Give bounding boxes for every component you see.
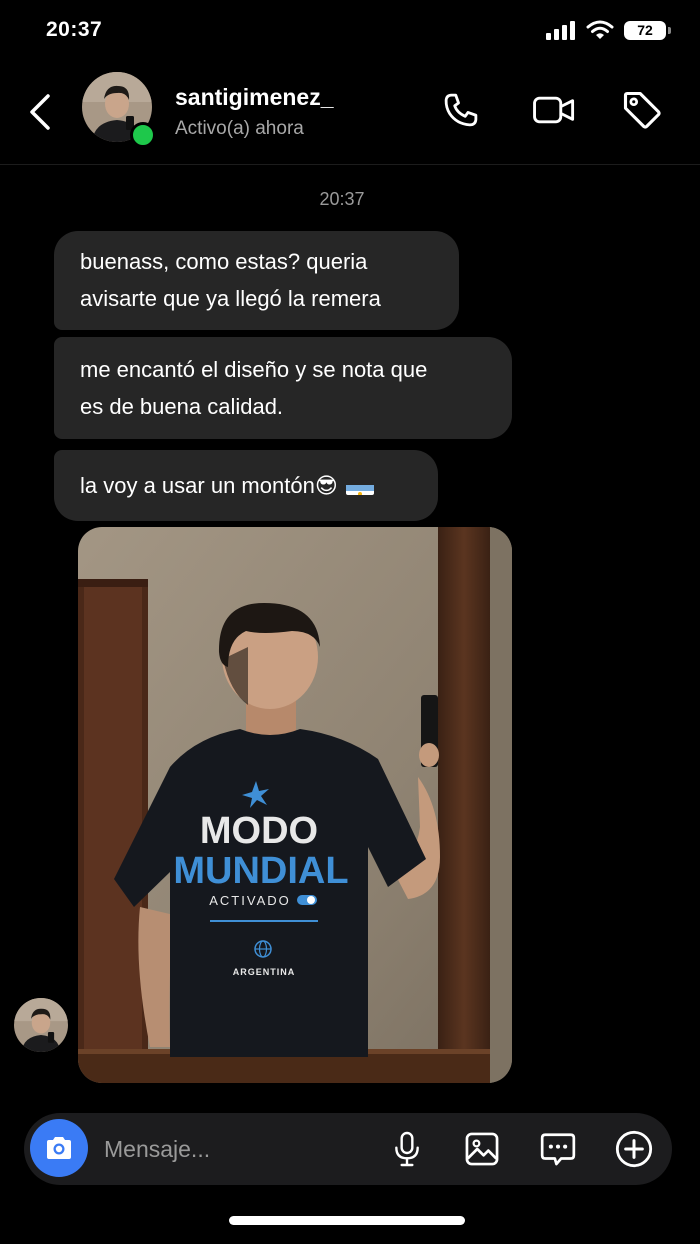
battery-level: 72 [637,22,653,38]
tag-icon [623,91,661,129]
message-line: avisarte que ya llegó la remera [80,286,381,311]
contact-name[interactable]: santigimenez_ [175,84,334,111]
wifi-icon [586,20,614,39]
camera-icon [47,1137,71,1159]
shirt-text-3: ACTIVADO [209,893,291,908]
shirt-text-4: ARGENTINA [233,967,296,977]
message-bubble[interactable]: buenass, como estas? queria avisarte que… [54,231,459,330]
plus-circle-icon [615,1130,653,1168]
avatar [14,998,68,1052]
home-indicator[interactable] [229,1216,465,1225]
message-timestamp: 20:37 [319,189,365,209]
mirror-selfie-image: MODO MUNDIAL ACTIVADO ARGENTINA [78,527,512,1083]
image-icon [465,1132,499,1166]
sunglasses-emoji: 😎 [314,473,338,498]
argentina-flag-icon [345,477,374,495]
message-line: buenass, como estas? queria [80,249,368,274]
gallery-button[interactable] [460,1127,504,1171]
video-camera-icon [533,96,575,124]
status-time: 20:37 [46,18,103,41]
chevron-left-icon [30,94,50,130]
status-bar: 20:37 72 [0,0,700,62]
back-button[interactable] [22,90,62,134]
message-composer [24,1113,672,1185]
shirt-text-1: MODO [200,810,318,852]
chat-header: santigimenez_ Activo(a) ahora [0,62,700,165]
shirt-text-2: MUNDIAL [173,850,348,892]
sender-avatar[interactable] [14,998,68,1052]
shared-photo[interactable]: MODO MUNDIAL ACTIVADO ARGENTINA [78,527,512,1083]
signal-icon [546,21,575,40]
message-input[interactable] [104,1113,384,1185]
activity-status: Activo(a) ahora [175,118,304,139]
add-button[interactable] [612,1127,656,1171]
status-icons: 72 [546,20,671,40]
chat-bubble-icon [540,1133,576,1166]
call-button[interactable] [439,88,483,132]
message-bubble[interactable]: me encantó el diseño y se nota que es de… [54,337,512,439]
message-text: la voy a usar un montón [80,473,315,498]
phone-icon [444,93,478,127]
message-line: me encantó el diseño y se nota que [80,357,428,382]
video-call-button[interactable] [532,88,576,132]
message-line: es de buena calidad. [80,394,284,419]
tag-button[interactable] [620,88,664,132]
battery-indicator: 72 [624,20,671,40]
online-indicator [130,122,156,148]
microphone-icon [395,1131,419,1167]
contact-avatar[interactable] [82,72,156,148]
camera-button[interactable] [30,1119,88,1177]
voice-message-button[interactable] [385,1127,429,1171]
sticker-button[interactable] [536,1127,580,1171]
message-bubble[interactable]: la voy a usar un montón😎 [54,450,438,521]
